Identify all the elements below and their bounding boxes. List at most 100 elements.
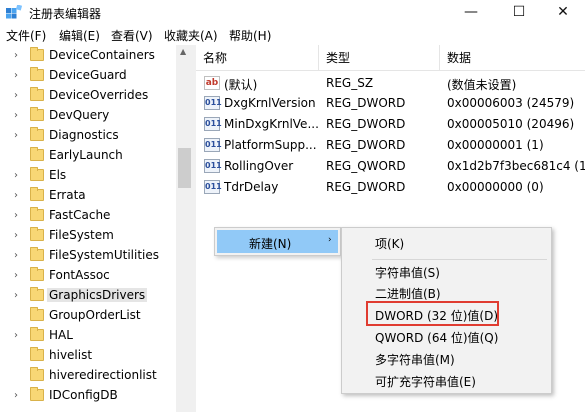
string-value-icon: ab: [204, 76, 220, 90]
value-name: MinDxgKrnlVe...: [224, 117, 319, 131]
minimize-button[interactable]: —: [448, 0, 494, 25]
tree-scrollbar[interactable]: ▲: [176, 45, 193, 412]
registry-tree[interactable]: › DeviceContainers › DeviceGuard › DeviceOv…: [0, 45, 193, 412]
folder-icon: [30, 187, 44, 201]
tree-item[interactable]: › FastCache: [0, 206, 176, 226]
tree-item-label: hiveredirectionlist: [49, 368, 157, 382]
expand-chevron-icon[interactable]: ›: [14, 130, 18, 141]
expand-chevron-icon[interactable]: ›: [14, 210, 18, 221]
folder-icon: [30, 67, 44, 81]
folder-icon: [30, 227, 44, 241]
menu-item-multi-string-value[interactable]: 多字符串值(M): [375, 351, 455, 368]
tree-item[interactable]: › DeviceGuard: [0, 66, 176, 86]
scrollbar-thumb[interactable]: [178, 148, 191, 188]
value-type: REG_DWORD: [326, 96, 406, 110]
context-menu: 新建(N) ›: [214, 227, 341, 256]
menu-item-string-value[interactable]: 字符串值(S): [375, 264, 440, 281]
tree-item[interactable]: EarlyLaunch: [0, 146, 176, 166]
menu-favorites[interactable]: 收藏夹(A): [164, 27, 218, 44]
menu-view[interactable]: 查看(V): [111, 27, 153, 44]
table-row[interactable]: 011 PlatformSupp... REG_DWORD 0x00000001…: [196, 135, 585, 155]
tree-item[interactable]: › DevQuery: [0, 106, 176, 126]
expand-chevron-icon[interactable]: ›: [14, 170, 18, 181]
folder-icon: [30, 207, 44, 221]
menu-item-new-label: 新建(N): [249, 237, 292, 251]
maximize-button[interactable]: ☐: [496, 0, 542, 25]
expand-chevron-icon[interactable]: ›: [14, 330, 18, 341]
tree-item[interactable]: › FontAssoc: [0, 266, 176, 286]
tree-item[interactable]: › Errata: [0, 186, 176, 206]
expand-chevron-icon[interactable]: ›: [14, 230, 18, 241]
tree-item-label: DeviceGuard: [49, 68, 127, 82]
tree-item[interactable]: › Els: [0, 166, 176, 186]
menu-separator: [372, 259, 547, 260]
tree-item[interactable]: GroupOrderList: [0, 306, 176, 326]
table-row[interactable]: 011 TdrDelay REG_DWORD 0x00000000 (0): [196, 177, 585, 197]
expand-chevron-icon[interactable]: ›: [14, 250, 18, 261]
expand-chevron-icon[interactable]: ›: [14, 270, 18, 281]
table-row[interactable]: 011 MinDxgKrnlVe... REG_DWORD 0x00005010…: [196, 114, 585, 134]
tree-item[interactable]: › FileSystem: [0, 226, 176, 246]
expand-chevron-icon[interactable]: ›: [14, 390, 18, 401]
folder-icon: [30, 347, 44, 361]
menu-item-qword-value[interactable]: QWORD (64 位)值(Q): [375, 329, 498, 346]
folder-icon: [30, 247, 44, 261]
table-row[interactable]: ab (默认) REG_SZ (数值未设置): [196, 73, 585, 93]
folder-icon: [30, 287, 44, 301]
tree-item[interactable]: › Diagnostics: [0, 126, 176, 146]
expand-chevron-icon[interactable]: ›: [14, 190, 18, 201]
tree-item-label: GroupOrderList: [49, 308, 141, 322]
binary-value-icon: 011: [204, 159, 222, 173]
expand-chevron-icon[interactable]: ›: [14, 110, 18, 121]
tree-item-label: Errata: [49, 188, 86, 202]
folder-icon: [30, 307, 44, 321]
value-type: REG_DWORD: [326, 138, 406, 152]
submenu-arrow-icon: ›: [328, 235, 332, 245]
menu-file[interactable]: 文件(F): [6, 27, 46, 44]
tree-item-label: DevQuery: [49, 108, 110, 122]
window-title: 注册表编辑器: [29, 7, 102, 21]
menu-edit[interactable]: 编辑(E): [59, 27, 100, 44]
menu-item-expandable-string-value[interactable]: 可扩充字符串值(E): [375, 373, 476, 390]
value-type: REG_DWORD: [326, 180, 406, 194]
expand-chevron-icon[interactable]: ›: [14, 50, 18, 61]
folder-icon: [30, 47, 44, 61]
tree-item-label: FileSystemUtilities: [49, 248, 159, 262]
menu-item-key[interactable]: 项(K): [375, 235, 404, 252]
tree-item[interactable]: › FileSystemUtilities: [0, 246, 176, 266]
value-type: REG_DWORD: [326, 117, 406, 131]
folder-icon: [30, 107, 44, 121]
binary-value-icon: 011: [204, 138, 222, 152]
list-header: 名称 类型 数据: [196, 45, 585, 71]
tree-item[interactable]: › HAL: [0, 326, 176, 346]
tree-item[interactable]: › DeviceOverrides: [0, 86, 176, 106]
table-row[interactable]: 011 RollingOver REG_QWORD 0x1d2b7f3bec68…: [196, 156, 585, 176]
column-header-data[interactable]: 数据: [440, 45, 585, 71]
tree-item-label: IDConfigDB: [49, 388, 118, 402]
table-row[interactable]: 011 DxgKrnlVersion REG_DWORD 0x00006003 …: [196, 93, 585, 113]
tree-item-selected[interactable]: › GraphicsDrivers: [0, 286, 176, 306]
scroll-up-icon[interactable]: ▲: [180, 47, 186, 56]
tree-item-label: EarlyLaunch: [49, 148, 123, 162]
tree-item-label: DeviceOverrides: [49, 88, 149, 102]
tree-item[interactable]: hivelist: [0, 346, 176, 366]
tree-item-label: FastCache: [49, 208, 111, 222]
value-name: DxgKrnlVersion: [224, 96, 316, 110]
tree-item[interactable]: › IDConfigDB: [0, 386, 176, 406]
value-type: REG_QWORD: [326, 159, 406, 173]
expand-chevron-icon[interactable]: ›: [14, 90, 18, 101]
tree-item-label: DeviceContainers: [49, 48, 155, 62]
expand-chevron-icon[interactable]: ›: [14, 70, 18, 81]
tree-item-label: GraphicsDrivers: [47, 288, 148, 302]
expand-chevron-icon[interactable]: ›: [14, 290, 18, 301]
column-header-type[interactable]: 类型: [319, 45, 440, 71]
tree-item[interactable]: › DeviceContainers: [0, 46, 176, 66]
folder-icon: [30, 87, 44, 101]
tree-item[interactable]: hiveredirectionlist: [0, 366, 176, 386]
column-header-name[interactable]: 名称: [196, 45, 319, 71]
close-button[interactable]: ✕: [540, 0, 585, 25]
menu-help[interactable]: 帮助(H): [229, 27, 271, 44]
menu-bar: 文件(F) 编辑(E) 查看(V) 收藏夹(A) 帮助(H): [0, 25, 585, 45]
menu-item-binary-value[interactable]: 二进制值(B): [375, 285, 441, 302]
binary-value-icon: 011: [204, 96, 222, 110]
